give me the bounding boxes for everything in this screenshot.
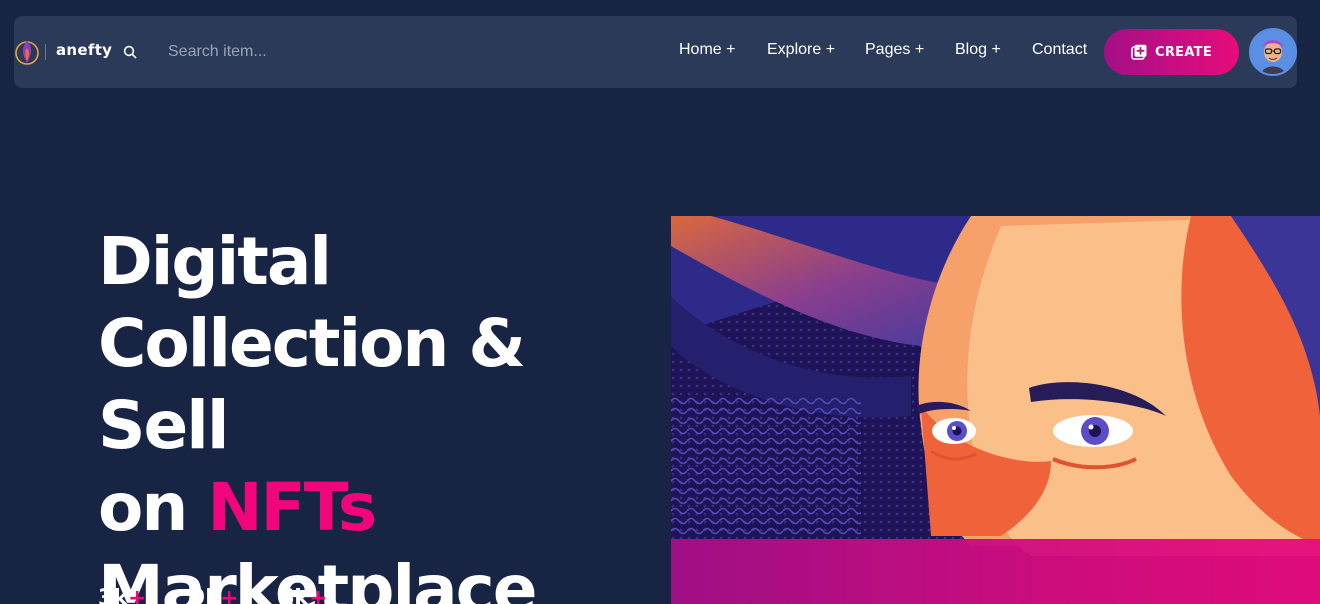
stat-item: 3k+: [98, 586, 146, 604]
hero-title: Digital Collection & Sell on NFTs Market…: [98, 221, 658, 604]
stat-suffix: +: [127, 586, 147, 604]
search-input[interactable]: [160, 38, 460, 66]
hero-title-line-2: Collection & Sell: [98, 305, 526, 464]
stat-value: 3k: [98, 586, 128, 604]
stat-suffix: +: [308, 586, 328, 604]
stat-value: 9k: [190, 586, 220, 604]
hero-title-line-3-prefix: on: [98, 469, 208, 546]
nav-home[interactable]: Home +: [679, 41, 735, 59]
logo-divider: [45, 44, 46, 60]
nav-explore[interactable]: Explore +: [767, 41, 835, 59]
nav-contact[interactable]: Contact: [1032, 41, 1087, 59]
hero-title-accent: NFTs: [207, 469, 377, 546]
stat-suffix: +: [219, 586, 239, 604]
featured-caption-bar: [671, 539, 1320, 604]
top-navbar: anefty Home + Explore + Pages + Blog + C…: [14, 16, 1297, 88]
nav-pages[interactable]: Pages +: [865, 41, 924, 59]
brand-name: anefty: [56, 41, 113, 59]
nav-blog[interactable]: Blog +: [955, 41, 1001, 59]
search-icon[interactable]: [123, 45, 137, 59]
user-avatar[interactable]: [1249, 28, 1297, 76]
user-avatar-icon: [1251, 30, 1295, 74]
featured-nft-artwork[interactable]: [671, 216, 1320, 604]
create-button[interactable]: CREATE: [1104, 29, 1239, 75]
flame-logo-icon: [15, 41, 39, 65]
stat-item: 9k+: [190, 586, 238, 604]
create-button-label: CREATE: [1154, 44, 1213, 60]
stat-item: 6k+: [279, 586, 327, 604]
stat-value: 6k: [279, 586, 309, 604]
hero-title-line-1: Digital: [98, 223, 332, 300]
add-square-icon: [1131, 44, 1147, 60]
